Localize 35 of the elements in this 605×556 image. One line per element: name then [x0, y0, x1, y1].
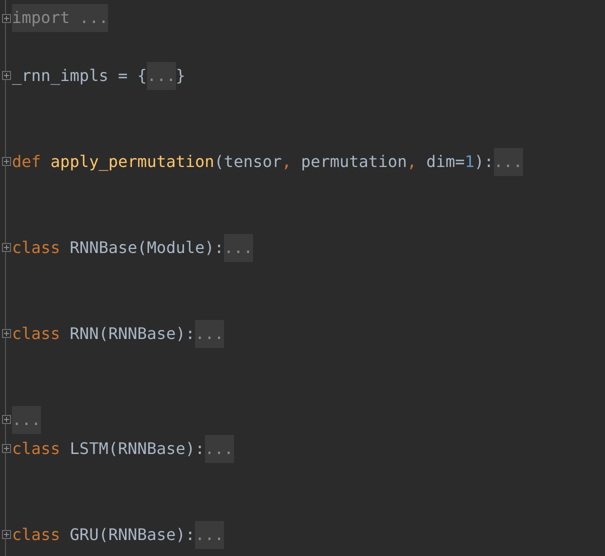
keyword-text: class — [12, 439, 62, 458]
folded-code-placeholder[interactable]: ... — [494, 148, 523, 176]
folded-code-placeholder[interactable]: ... — [146, 62, 176, 90]
folded-code-placeholder[interactable]: ... — [12, 406, 41, 434]
code-text: _rnn_impls = { — [12, 66, 147, 86]
code-text: LSTM(RNNBase): — [70, 439, 205, 458]
expand-fold-icon[interactable] — [2, 329, 10, 338]
expand-fold-icon[interactable] — [2, 71, 10, 80]
expand-fold-icon[interactable] — [2, 243, 10, 252]
folded-code-placeholder[interactable]: ... — [204, 434, 234, 463]
expand-fold-icon[interactable] — [2, 157, 10, 166]
code-text: permutation — [301, 152, 407, 172]
code-text: RNN(RNNBase): — [70, 324, 196, 344]
keyword-text: class — [12, 525, 62, 544]
expand-fold-icon[interactable] — [2, 530, 10, 540]
folded-code-placeholder[interactable]: ... — [195, 320, 224, 348]
function-name: apply_permutation — [50, 152, 214, 172]
comma-text: , — [406, 152, 418, 172]
code-text: } — [176, 66, 186, 86]
keyword-text: class — [12, 238, 62, 258]
code-text: ): — [474, 152, 494, 172]
code-text: dim= — [426, 152, 465, 172]
expand-fold-icon[interactable] — [2, 415, 10, 424]
expand-fold-icon[interactable] — [2, 14, 10, 23]
comma-text: , — [282, 152, 292, 172]
code-text: (tensor — [214, 152, 282, 172]
folded-code-placeholder[interactable]: import ... — [12, 4, 108, 32]
code-text: GRU(RNNBase): — [70, 525, 196, 544]
keyword-text: def — [12, 152, 42, 172]
keyword-text: class — [12, 324, 62, 344]
folded-code-placeholder[interactable]: ... — [195, 520, 224, 549]
folded-code-placeholder[interactable]: ... — [224, 234, 253, 262]
expand-fold-icon[interactable] — [2, 444, 10, 454]
number-text: 1 — [464, 152, 474, 172]
code-text: RNNBase(Module): — [70, 238, 224, 258]
